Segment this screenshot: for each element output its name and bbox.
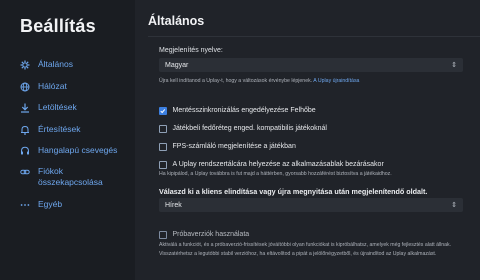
sidebar-item-other[interactable]: Egyéb <box>20 199 62 210</box>
restart-required-text: Újra kell indítanod a Uplay-t, hogy a vá… <box>159 78 313 84</box>
overlay-checkbox[interactable] <box>159 125 167 133</box>
headset-icon <box>20 146 30 156</box>
startup-page-label: Válaszd ki a kliens elindítása vagy újra… <box>159 187 428 196</box>
option-label: Próbaverziók használata <box>172 231 250 239</box>
startup-page-select[interactable]: Hírek ⇕ <box>159 198 463 212</box>
beta-checkbox[interactable] <box>159 231 167 239</box>
restart-uplay-link[interactable]: A Uplay újraindítása <box>313 78 359 84</box>
option-label: Mentésszinkronizálás engedélyezése Felhő… <box>172 107 316 115</box>
minimize-to-tray-option[interactable]: A Uplay rendszertálcára helyezése az alk… <box>159 161 384 169</box>
download-icon <box>20 103 30 113</box>
sidebar-item-voice-chat[interactable]: Hangalapú csevegés <box>20 145 117 156</box>
overlay-option[interactable]: Játékbeli fedőréteg enged. kompatibilis … <box>159 125 327 133</box>
beta-option[interactable]: Próbaverziók használata <box>159 231 249 239</box>
option-label: A Uplay rendszertálcára helyezése az alk… <box>172 161 384 169</box>
more-icon <box>20 200 30 210</box>
sidebar-item-label: Egyéb <box>38 199 63 209</box>
fps-counter-option[interactable]: FPS-számláló megjelenítése a játékban <box>159 143 296 151</box>
fps-counter-checkbox[interactable] <box>159 143 167 151</box>
language-note: Újra kell indítanod a Uplay-t, hogy a vá… <box>159 77 465 86</box>
option-label: FPS-számláló megjelenítése a játékban <box>172 143 296 151</box>
settings-main-panel: Általános Megjelenítés nyelve: Magyar ⇕ … <box>135 0 480 280</box>
sidebar-item-label: Értesítések <box>38 124 81 134</box>
sidebar-item-label: Letöltések <box>38 102 77 112</box>
title-divider <box>148 36 480 37</box>
startup-page-value: Hírek <box>165 201 182 209</box>
sidebar-item-label: Fiókok összekapcsolása <box>38 166 103 187</box>
sidebar-item-label: Általános <box>38 59 73 69</box>
globe-icon <box>20 82 30 92</box>
sidebar-item-general[interactable]: Általános <box>20 59 73 70</box>
beta-note: Aktiválá a funkciót, és a próbaverzió-fr… <box>159 242 452 257</box>
app-title: Beállítás <box>20 16 96 36</box>
settings-sidebar: Beállítás Általános Hálózat Letöltések É… <box>0 0 135 280</box>
page-title: Általános <box>148 14 205 28</box>
cloud-save-sync-checkbox[interactable] <box>159 107 167 115</box>
cloud-save-sync-option[interactable]: Mentésszinkronizálás engedélyezése Felhő… <box>159 107 316 115</box>
chevron-updown-icon: ⇕ <box>451 202 457 209</box>
bell-icon <box>20 125 30 135</box>
language-label: Megjelenítés nyelve: <box>159 47 223 54</box>
link-icon <box>20 167 30 177</box>
sidebar-item-label: Hangalapú csevegés <box>38 145 118 155</box>
gear-icon <box>20 60 30 70</box>
sidebar-item-linked-accounts[interactable]: Fiókok összekapcsolása <box>20 166 110 188</box>
chevron-updown-icon: ⇕ <box>451 62 457 69</box>
option-label: Játékbeli fedőréteg enged. kompatibilis … <box>172 125 328 133</box>
sidebar-item-label: Hálózat <box>38 81 67 91</box>
language-select-value: Magyar <box>165 61 189 69</box>
sidebar-item-downloads[interactable]: Letöltések <box>20 102 77 113</box>
tray-note: Ha kipipálod, a Uplay továbbra is fut ma… <box>159 171 392 177</box>
language-select[interactable]: Magyar ⇕ <box>159 58 463 72</box>
sidebar-item-notifications[interactable]: Értesítések <box>20 124 81 135</box>
sidebar-item-network[interactable]: Hálózat <box>20 81 67 92</box>
minimize-to-tray-checkbox[interactable] <box>159 161 167 169</box>
